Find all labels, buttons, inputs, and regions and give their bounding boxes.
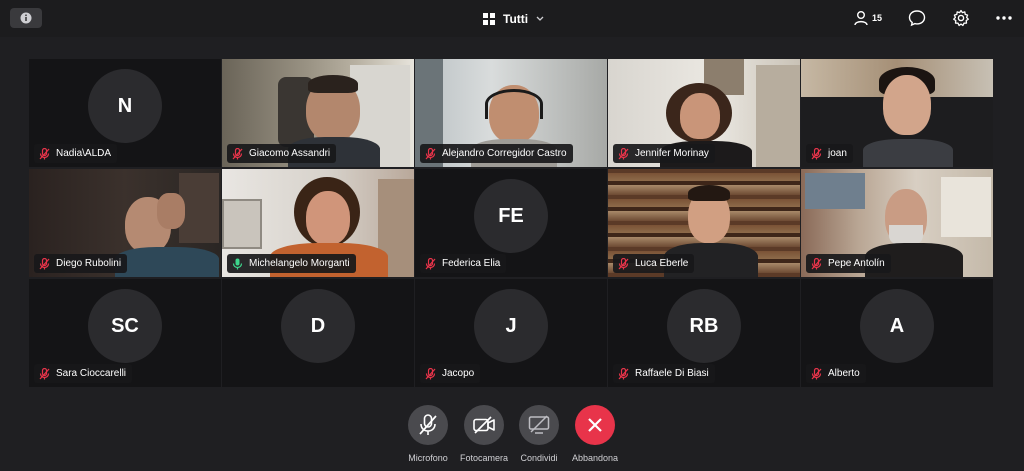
name-tag: Federica Elia: [420, 254, 507, 273]
view-label: Tutti: [503, 12, 529, 26]
participant-tile[interactable]: Pepe Antolín: [801, 169, 993, 277]
mic-off-icon: [618, 147, 629, 159]
participant-tile[interactable]: Luca Eberle: [608, 169, 800, 277]
close-icon: [588, 418, 602, 432]
participant-name: Michelangelo Morganti: [249, 258, 350, 269]
camera-label: Fotocamera: [459, 453, 509, 463]
name-tag: Raffaele Di Biasi: [613, 364, 715, 383]
avatar: N: [88, 69, 162, 143]
name-tag: Alberto: [806, 364, 866, 383]
view-selector[interactable]: Tutti: [483, 9, 544, 29]
mic-off-icon: [811, 147, 822, 159]
info-button[interactable]: [10, 8, 42, 28]
grid-view-icon: [483, 13, 495, 25]
chevron-down-icon: [536, 16, 544, 21]
participant-tile[interactable]: SC Sara Cioccarelli: [29, 279, 221, 387]
avatar: J: [474, 289, 548, 363]
participant-tile[interactable]: Alejandro Corregidor Castro: [415, 59, 607, 167]
participant-name: Diego Rubolini: [56, 258, 122, 269]
info-icon: [20, 12, 32, 24]
participant-tile[interactable]: N Nadia\ALDA: [29, 59, 221, 167]
mic-off-icon: [811, 367, 822, 379]
mic-off-icon: [425, 257, 436, 269]
settings-button[interactable]: [952, 9, 970, 27]
participant-name: Jacopo: [442, 368, 475, 379]
avatar: A: [860, 289, 934, 363]
participant-tile[interactable]: joan: [801, 59, 993, 167]
share-toggle[interactable]: [519, 405, 559, 445]
avatar: FE: [474, 179, 548, 253]
participant-tile[interactable]: Diego Rubolini: [29, 169, 221, 277]
participant-count: 15: [871, 13, 882, 23]
name-tag: Sara Cioccarelli: [34, 364, 133, 383]
camera-toggle[interactable]: [464, 405, 504, 445]
participant-tile[interactable]: RB Raffaele Di Biasi: [608, 279, 800, 387]
participant-name: joan: [828, 148, 847, 159]
mic-off-icon: [39, 147, 50, 159]
mic-off-icon: [232, 147, 243, 159]
call-controls: Microfono Fotocamera Condividi Abbandona: [0, 405, 1024, 471]
name-tag: Pepe Antolín: [806, 254, 891, 273]
mic-off-icon: [811, 257, 822, 269]
camera-button[interactable]: Fotocamera: [454, 405, 514, 463]
top-bar: Tutti 15: [0, 0, 1024, 37]
name-tag: joan: [806, 144, 853, 163]
avatar: D: [281, 289, 355, 363]
mic-off-icon: [39, 367, 50, 379]
screen-share-off-icon: [528, 415, 550, 434]
mic-on-icon: [232, 258, 243, 269]
name-tag: Giacomo Assandri: [227, 144, 337, 163]
name-tag: Diego Rubolini: [34, 254, 128, 273]
microphone-toggle[interactable]: [408, 405, 448, 445]
participant-tile[interactable]: Jennifer Morinay: [608, 59, 800, 167]
participants-button[interactable]: 15: [853, 10, 882, 26]
participant-name: Alejandro Corregidor Castro: [442, 148, 567, 159]
leave-call-toggle[interactable]: [575, 405, 615, 445]
chat-icon: [908, 10, 926, 27]
more-horizontal-icon: [996, 16, 1012, 20]
participant-tile[interactable]: Michelangelo Morganti: [222, 169, 414, 277]
name-tag: Alejandro Corregidor Castro: [420, 144, 573, 163]
participant-grid: N Nadia\ALDA Giacomo Assandri Alejandro …: [29, 59, 996, 389]
participant-name: Sara Cioccarelli: [56, 368, 127, 379]
share-label: Condividi: [520, 453, 558, 463]
avatar: RB: [667, 289, 741, 363]
gear-icon: [953, 9, 969, 27]
chat-button[interactable]: [908, 9, 926, 27]
name-tag: Michelangelo Morganti: [227, 254, 356, 273]
participant-tile[interactable]: Giacomo Assandri: [222, 59, 414, 167]
name-tag: Nadia\ALDA: [34, 144, 118, 163]
mic-off-icon: [425, 367, 436, 379]
participant-name: Federica Elia: [442, 258, 501, 269]
name-tag: Jennifer Morinay: [613, 144, 715, 163]
participant-name: Pepe Antolín: [828, 258, 885, 269]
participant-tile[interactable]: D: [222, 279, 414, 387]
mic-off-icon: [618, 367, 629, 379]
mic-off-icon: [419, 414, 437, 435]
more-options-button[interactable]: [996, 15, 1012, 21]
participant-name: Nadia\ALDA: [56, 148, 112, 159]
leave-button[interactable]: Abbandona: [565, 405, 625, 463]
participant-name: Jennifer Morinay: [635, 148, 709, 159]
microphone-label: Microfono: [408, 453, 448, 463]
people-icon: [854, 11, 868, 26]
participant-tile[interactable]: FE Federica Elia: [415, 169, 607, 277]
microphone-button[interactable]: Microfono: [398, 405, 458, 463]
participant-name: Luca Eberle: [635, 258, 689, 269]
mic-off-icon: [618, 257, 629, 269]
mic-off-icon: [425, 147, 436, 159]
avatar: SC: [88, 289, 162, 363]
participant-tile[interactable]: A Alberto: [801, 279, 993, 387]
share-button[interactable]: Condividi: [509, 405, 569, 463]
mic-off-icon: [39, 257, 50, 269]
participant-name: Giacomo Assandri: [249, 148, 331, 159]
name-tag: Luca Eberle: [613, 254, 695, 273]
leave-label: Abbandona: [571, 453, 619, 463]
participant-name: Alberto: [828, 368, 860, 379]
participant-tile[interactable]: J Jacopo: [415, 279, 607, 387]
camera-off-icon: [473, 416, 495, 434]
participant-name: Raffaele Di Biasi: [635, 368, 709, 379]
name-tag: Jacopo: [420, 364, 481, 383]
